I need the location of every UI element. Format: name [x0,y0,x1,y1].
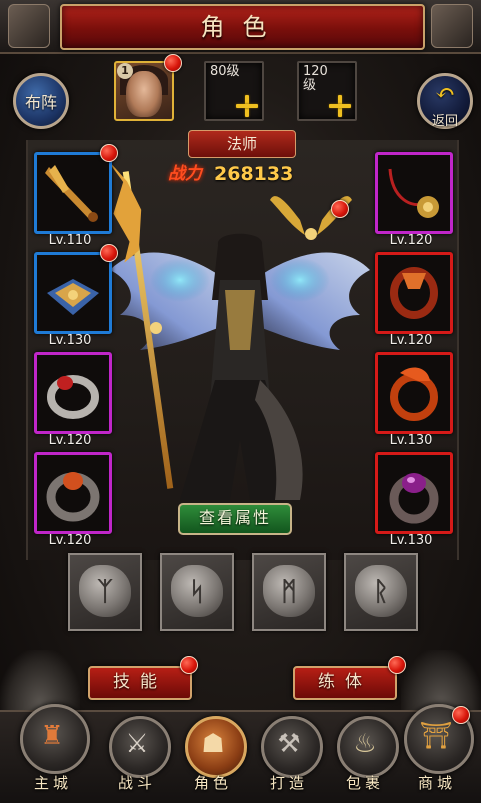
equip-level: Lv.130 [48,333,92,348]
bracelet-icon [390,267,438,319]
equip-level: Lv.120 [389,233,433,248]
rune-slot-4[interactable]: ᚱ [344,553,418,631]
hero-portrait-slot[interactable]: 1 [114,61,174,121]
plus-icon [236,95,258,117]
skill-button[interactable]: 技能 [88,666,192,700]
corner-ornament [8,4,50,48]
equip-level: Lv.120 [48,533,92,548]
ring-icon [47,375,99,419]
castle-glyph: ♜ [40,721,64,751]
equip-slot-gem-ring[interactable] [375,452,453,534]
equip-slot-ring-1[interactable] [34,352,112,434]
nav-character[interactable]: ☗ 角色 [180,712,247,798]
nav-label: 战斗 [117,774,156,792]
plus-icon [329,95,351,117]
equip-slot-armor[interactable] [34,252,112,334]
hero-slot-number: 1 [117,63,133,79]
helmet-glyph: ☗ [201,729,225,759]
corner-ornament [431,4,473,48]
nav-label: 商城 [417,774,456,792]
equip-level: Lv.120 [48,433,92,448]
slot-level-label: 80级 [210,64,240,79]
slot-level-label: 120级 [303,64,328,93]
locked-slot-120[interactable]: 120级 [297,61,357,121]
alert-dot [100,244,118,262]
nav-label: 主城 [33,774,72,792]
bag-glyph: ♨ [353,729,377,759]
hero-face [126,71,162,117]
nav-forge[interactable]: ⚒ 打造 [256,712,323,798]
nav-label: 包裹 [345,774,384,792]
necklace-icon [388,168,439,218]
alert-dot [180,656,198,674]
armor-icon [47,279,99,315]
back-button[interactable]: ↶ 返回 [417,73,473,129]
rune-symbol: ᛉ [97,577,113,607]
back-label: 返回 [431,114,458,129]
equip-level: Lv.120 [389,333,433,348]
rune-slot-1[interactable]: ᛉ [68,553,142,631]
alert-dot [452,706,470,724]
sword-icon [45,165,98,222]
nav-label: 角色 [193,774,232,792]
equip-level: Lv.130 [389,433,433,448]
equip-level: Lv.130 [389,533,433,548]
view-attributes-button[interactable]: 查看属性 [178,503,292,535]
rune-slot-3[interactable]: ᛗ [252,553,326,631]
equip-slot-ring-2[interactable] [34,452,112,534]
nav-label: 打造 [269,774,308,792]
equip-slot-weapon[interactable] [34,152,112,234]
rune-symbol: ᛗ [281,577,297,607]
axes-glyph: ⚔ [125,729,149,759]
gem-ring-icon [389,473,439,524]
hammer-glyph: ⚒ [277,729,301,759]
equip-level: Lv.110 [48,233,92,248]
nav-shop[interactable]: ⛩ 商城 [404,704,474,798]
equip-slot-dragon-bracelet[interactable] [375,352,453,434]
title-bar: 角色 [0,0,481,54]
alert-dot [164,54,182,72]
formation-button[interactable]: 布阵 [13,73,69,129]
formation-label: 布阵 [24,93,57,112]
nav-bag[interactable]: ♨ 包裹 [332,712,399,798]
title-banner: 角色 [60,4,425,50]
equip-slot-bracelet[interactable] [375,252,453,334]
page-title: 角色 [200,13,285,41]
alert-dot [331,200,349,218]
alert-dot [100,144,118,162]
back-arrow-icon: ↶ [434,79,456,107]
rune-slot-2[interactable]: ᛋ [160,553,234,631]
rune-symbol: ᚱ [373,577,389,607]
ring-icon [46,472,100,522]
dragon-bracelet-icon [390,367,438,421]
nav-main-city[interactable]: ♜ 主城 [20,704,90,798]
locked-slot-80[interactable]: 80级 [204,61,264,121]
equip-slot-necklace[interactable] [375,152,453,234]
nav-battle[interactable]: ⚔ 战斗 [104,712,171,798]
body-training-button[interactable]: 练体 [293,666,397,700]
rune-symbol: ᛋ [189,577,205,607]
